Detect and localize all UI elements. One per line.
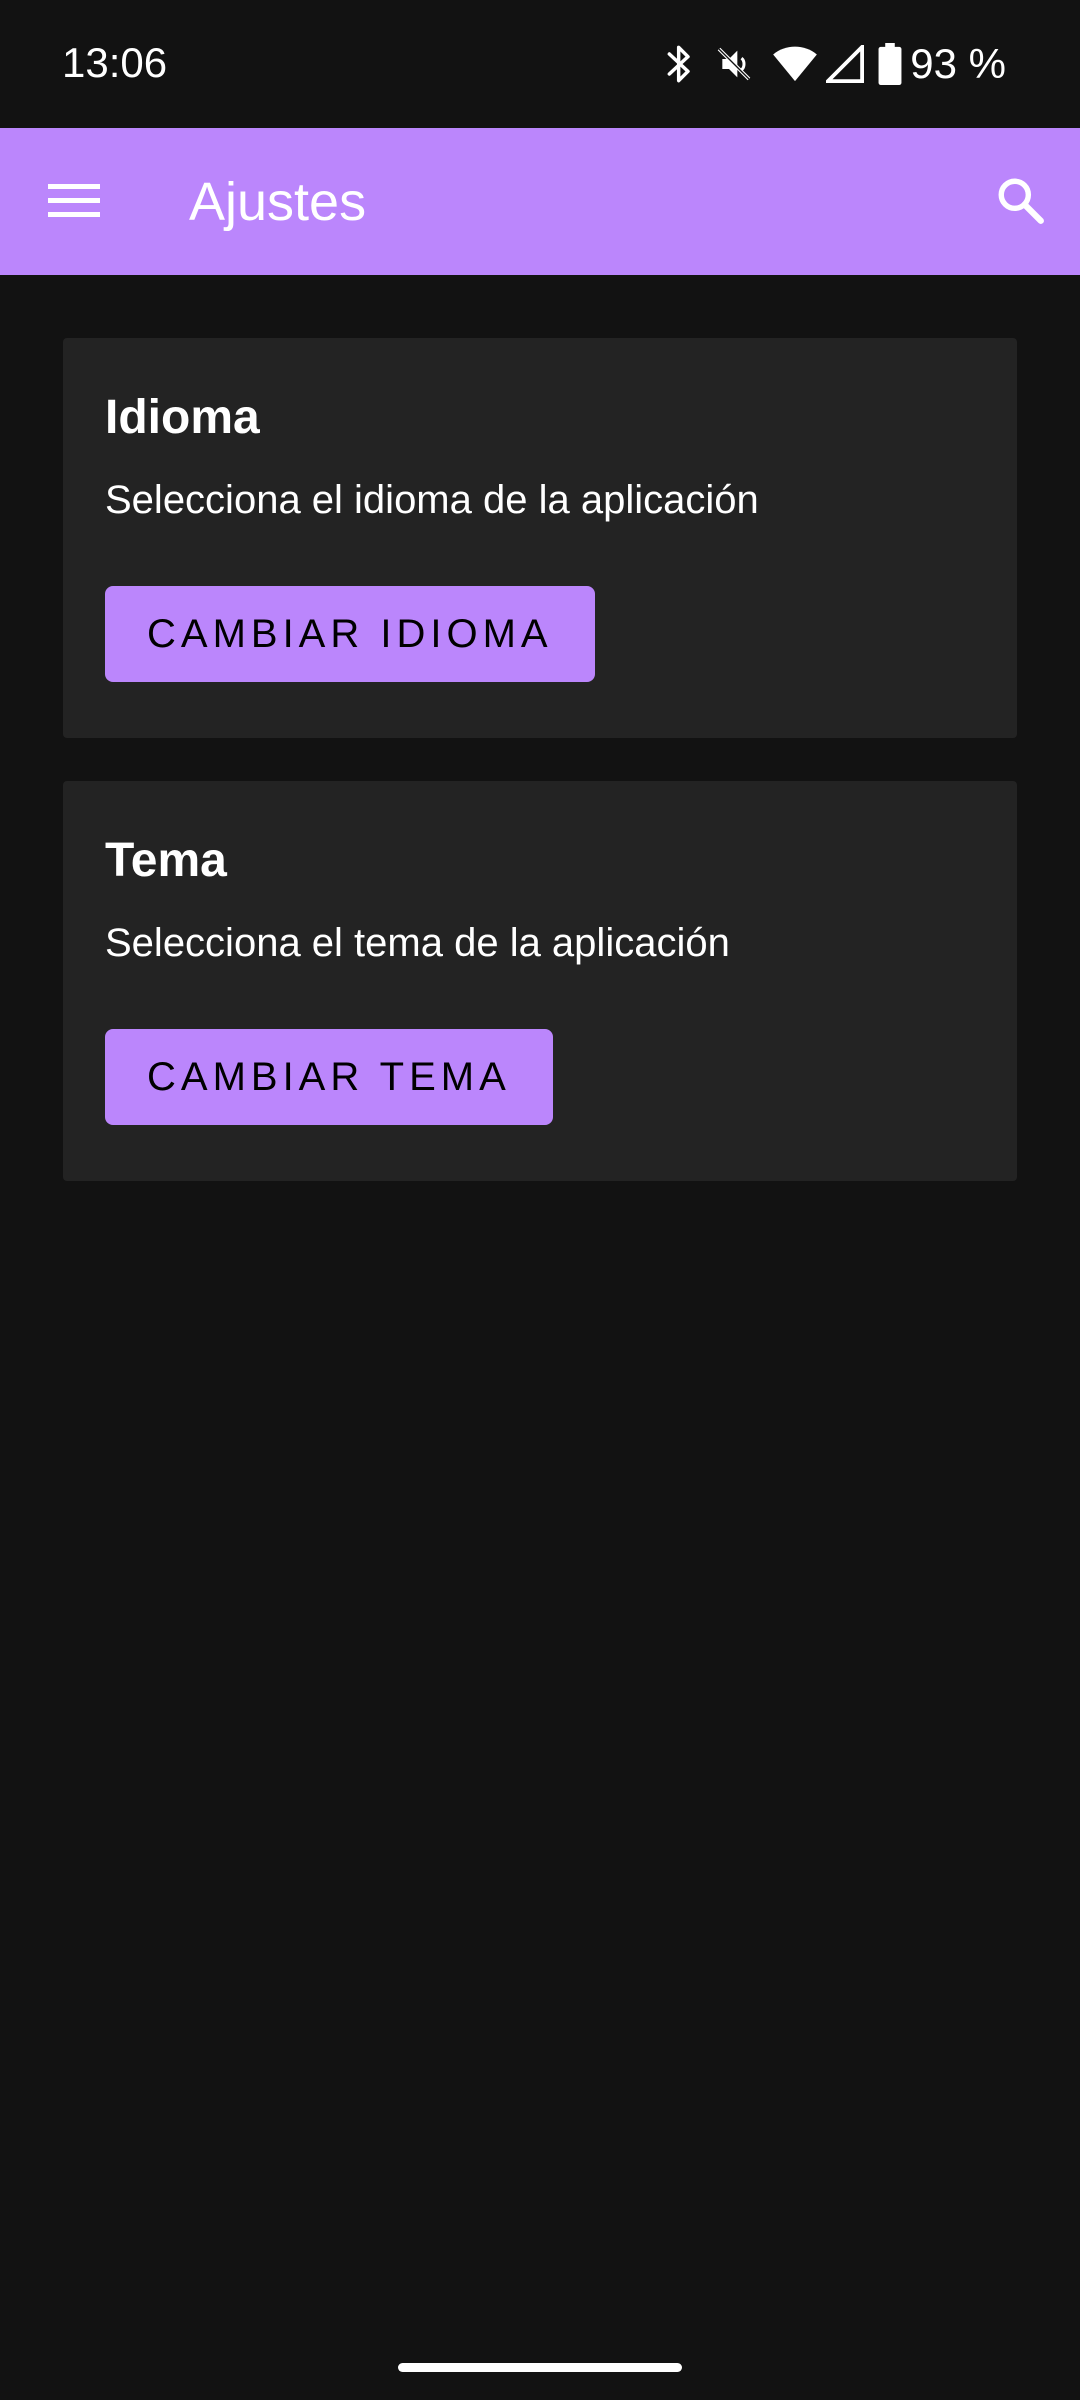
language-card-description: Selecciona el idioma de la aplicación [105, 478, 759, 522]
bluetooth-icon [664, 42, 696, 86]
app-bar: Ajustes [0, 128, 1080, 275]
theme-card-description: Selecciona el tema de la aplicación [105, 921, 730, 965]
battery-percentage: 93 % [910, 40, 1006, 87]
status-time: 13:06 [62, 39, 168, 86]
change-language-button[interactable]: CAMBIAR IDIOMA [105, 586, 595, 682]
menu-button[interactable] [36, 164, 112, 240]
page-title: Ajustes [189, 172, 367, 232]
language-settings-card: Idioma Selecciona el idioma de la aplica… [63, 338, 1017, 738]
signal-icon [826, 45, 865, 83]
home-indicator[interactable] [398, 2363, 682, 2372]
hamburger-menu-icon [48, 180, 100, 225]
change-theme-button[interactable]: CAMBIAR TEMA [105, 1029, 553, 1125]
status-icons: 93 % [646, 36, 1006, 92]
theme-settings-card: Tema Selecciona el tema de la aplicación… [63, 781, 1017, 1181]
settings-screen: 13:06 93 % Ajustes Idioma Selecciona el … [0, 0, 1080, 2400]
status-bar: 13:06 93 % [0, 0, 1080, 128]
language-card-title: Idioma [105, 391, 260, 444]
vibrate-off-icon [714, 44, 754, 84]
wifi-icon [772, 45, 818, 83]
search-icon [995, 175, 1045, 230]
search-button[interactable] [982, 164, 1058, 240]
battery-icon [878, 43, 902, 85]
theme-card-title: Tema [105, 834, 227, 887]
